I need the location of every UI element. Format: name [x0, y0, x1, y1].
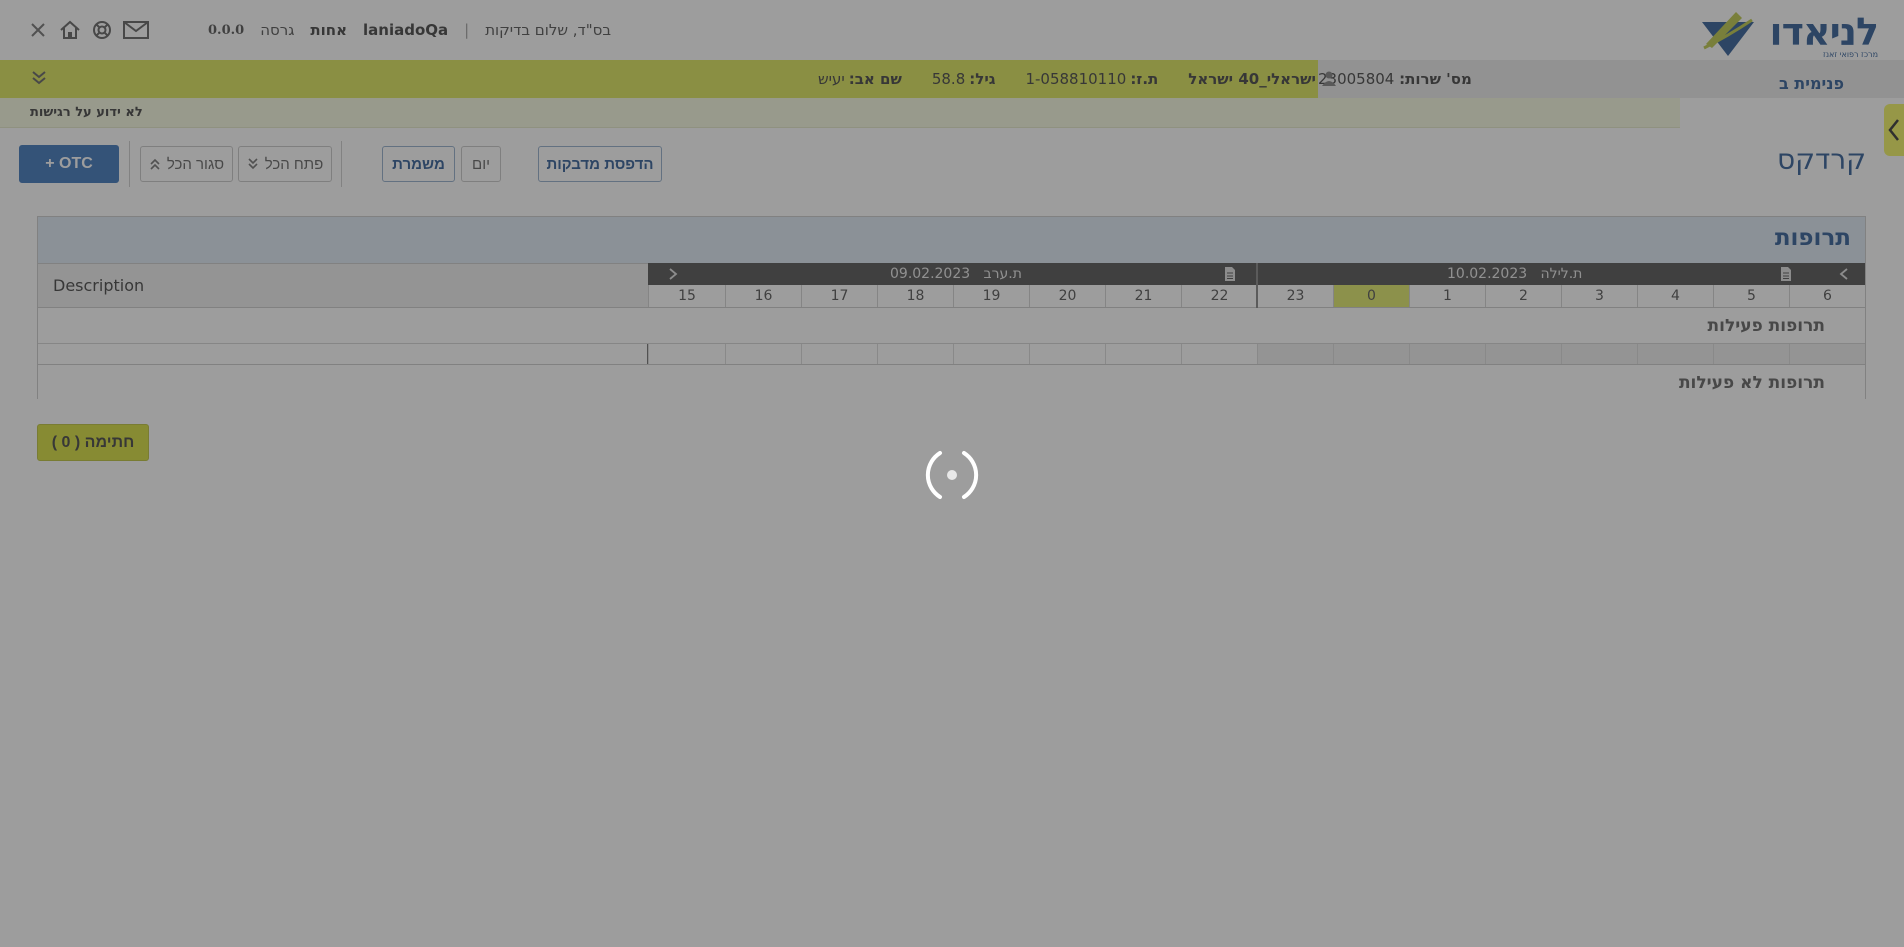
loading-overlay: [0, 0, 1904, 947]
loading-spinner-icon: [925, 451, 979, 499]
